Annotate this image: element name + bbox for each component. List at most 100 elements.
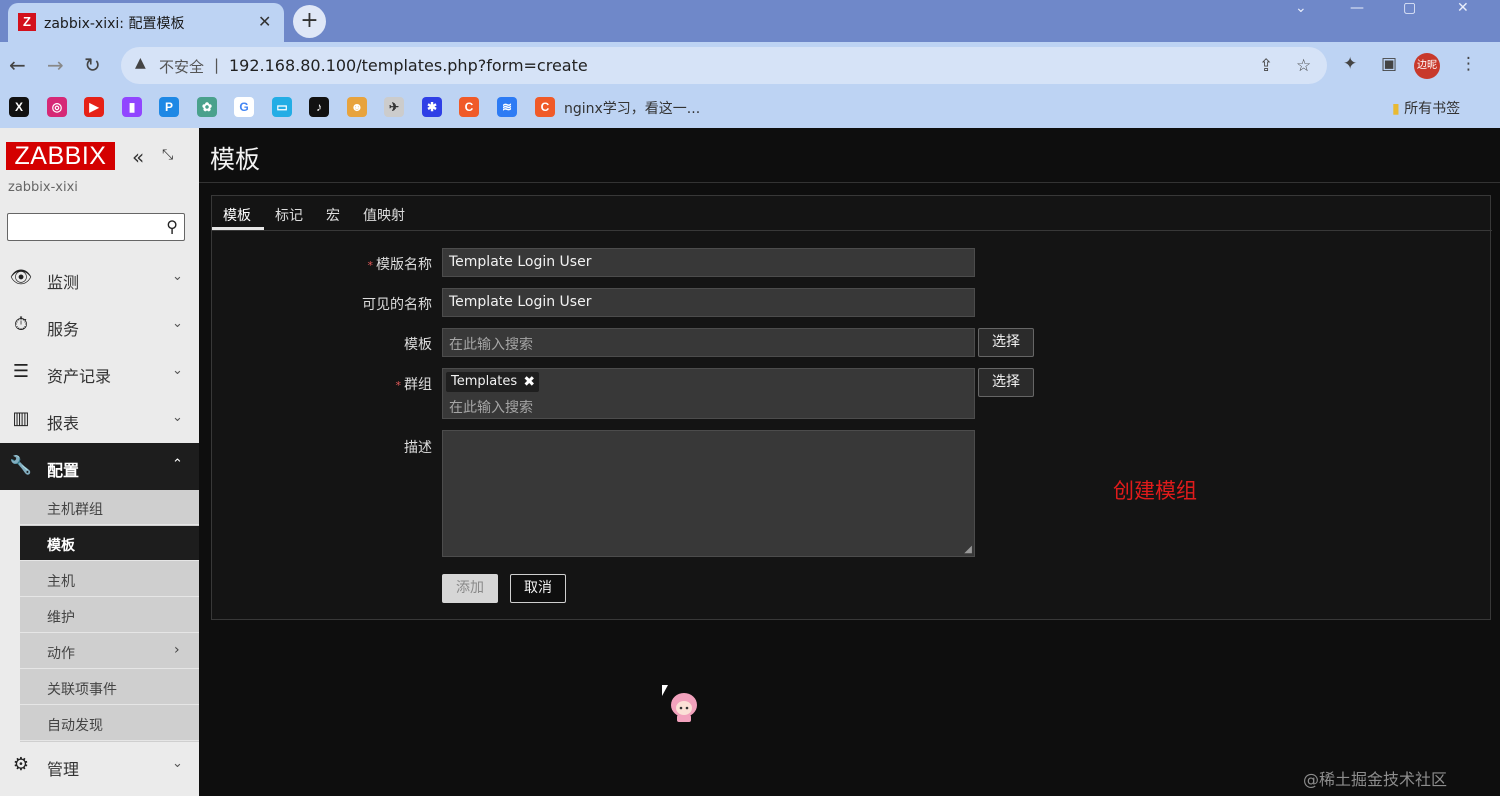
csdn-bookmark-icon[interactable]: C [459,97,479,117]
groups-search-placeholder[interactable]: 在此输入搜索 [449,397,533,417]
x-bookmark-icon[interactable]: X [9,97,29,117]
required-asterisk: * [395,379,402,392]
submenu-item-host-groups[interactable]: 主机群组 [20,490,199,525]
forward-icon[interactable]: → [47,53,64,77]
resize-handle-icon[interactable]: ◢ [964,544,972,555]
profile-avatar[interactable]: 边昵 [1414,53,1440,79]
gear-icon: ⚙ [12,754,30,775]
menu-item-configuration[interactable]: 🔧 配置 ⌃ [0,443,199,490]
avatar-bookmark-icon[interactable]: ☻ [347,97,367,117]
openai-bookmark-icon[interactable]: ✿ [197,97,217,117]
bilibili-bookmark-icon[interactable]: ▭ [272,97,292,117]
insecure-label[interactable]: 不安全 [159,56,204,77]
groups-select-button[interactable]: 选择 [978,368,1034,397]
visible-name-label: 可见的名称 [362,297,432,313]
bookmark-star-icon[interactable]: ☆ [1296,56,1311,76]
layers-bookmark-icon[interactable]: ≋ [497,97,517,117]
submenu-item-label: 动作 [47,646,75,662]
tab-tags[interactable]: 标记 [275,205,303,225]
active-tab-underline [212,227,264,230]
baidu-bookmark-icon[interactable]: ✱ [422,97,442,117]
tab-value-mapping[interactable]: 值映射 [363,205,405,225]
address-bar[interactable]: ▲ 不安全 | 192.168.80.100/templates.php?for… [121,47,1327,84]
menu-item-administration[interactable]: ⚙ 管理 ⌄ [0,742,199,789]
cancel-button[interactable]: 取消 [510,574,566,603]
submenu-item-label: 主机群组 [47,502,103,518]
twitch-bookmark-icon[interactable]: ▮ [122,97,142,117]
csdn-nginx-bookmark-icon[interactable]: C [535,97,555,117]
search-icon[interactable]: ⚲ [166,217,178,236]
menu-item-label: 报表 [47,414,80,433]
menu-kebab-icon[interactable]: ⋮ [1460,54,1477,74]
submenu-item-discovery[interactable]: 自动发现 [20,706,199,741]
menu-item-inventory[interactable]: ☰ 资产记录 ⌄ [0,349,199,396]
share-icon[interactable]: ⇪ [1259,56,1273,76]
maximize-icon[interactable]: ▢ [1403,0,1416,16]
side-panel-icon[interactable]: ▣ [1381,54,1397,74]
tab-template[interactable]: 模板 [223,205,251,225]
zabbix-favicon-icon: Z [18,13,36,31]
submenu-item-templates[interactable]: 模板 [20,526,199,561]
back-icon[interactable]: ← [9,53,26,77]
form-tabs: 模板 标记 宏 值映射 [212,196,1492,231]
browser-tab-bar: Z zabbix-xixi: 配置模板 ✕ + ⌄ — ▢ ✕ [0,0,1500,42]
menu-item-reports[interactable]: ▥ 报表 ⌄ [0,396,199,443]
main-content: 模板 模板 标记 宏 值映射 * 模版名称 Template Login User… [199,128,1500,796]
submenu-item-hosts[interactable]: 主机 [20,562,199,597]
browser-tab-active[interactable]: Z zabbix-xixi: 配置模板 ✕ [8,3,284,42]
templates-select-button[interactable]: 选择 [978,328,1034,357]
submenu-item-label: 维护 [47,610,75,626]
new-tab-button[interactable]: + [293,5,326,38]
watermark: @稀土掘金技术社区 [1303,770,1448,789]
chevron-down-icon: ⌄ [172,316,183,331]
submenu-item-maintenance[interactable]: 维护 [20,598,199,633]
url-text[interactable]: 192.168.80.100/templates.php?form=create [229,56,588,75]
template-name-input[interactable]: Template Login User [442,248,975,277]
submenu-item-actions[interactable]: 动作 › [20,634,199,669]
all-bookmarks-label: 所有书签 [1404,101,1461,117]
extensions-icon[interactable]: ✦ [1343,54,1357,74]
all-bookmarks-link[interactable]: ▮ 所有书签 [1392,98,1460,118]
tab-search-icon[interactable]: ⌄ [1295,0,1307,16]
chevron-down-icon: ⌄ [172,756,183,771]
collapse-sidebar-icon[interactable]: « [132,145,144,169]
groups-multiselect[interactable]: Templates ✖ 在此输入搜索 [442,368,975,419]
kiosk-mode-icon[interactable]: ⤡ [162,147,173,163]
omnibox-divider: | [214,56,220,74]
submenu-item-label: 自动发现 [47,718,103,734]
chevron-right-icon: › [174,642,180,658]
tab-macros[interactable]: 宏 [326,205,340,225]
minimize-icon[interactable]: — [1350,0,1364,16]
description-textarea[interactable]: ◢ [442,430,975,557]
sidebar: ZABBIX « ⤡ zabbix-xixi ⚲ 👁 监测 ⌄ ⏱ 服务 ⌄ ☰… [0,128,199,796]
instagram-bookmark-icon[interactable]: ◎ [47,97,67,117]
group-chip-label: Templates [451,374,518,389]
submenu-item-event-correlation[interactable]: 关联项事件 [20,670,199,705]
remove-chip-icon[interactable]: ✖ [523,372,535,392]
groups-label: * 群组 [232,374,433,394]
warning-icon[interactable]: ▲ [135,55,146,71]
add-button[interactable]: 添加 [442,574,498,603]
p-bookmark-icon[interactable]: P [159,97,179,117]
menu-item-monitoring[interactable]: 👁 监测 ⌄ [0,255,199,302]
youtube-bookmark-icon[interactable]: ▶ [84,97,104,117]
menu-item-label: 配置 [47,461,80,480]
sidebar-search-input[interactable]: ⚲ [7,213,185,241]
google-bookmark-icon[interactable]: G [234,97,254,117]
configuration-submenu: 主机群组 模板 主机 维护 动作 › 关联项事件 自动发现 [20,490,199,742]
tab-close-icon[interactable]: ✕ [258,12,271,31]
template-name-label: * 模版名称 [232,254,433,274]
tiktok-bookmark-icon[interactable]: ♪ [309,97,329,117]
bird-bookmark-icon[interactable]: ✈ [384,97,404,117]
visible-name-input[interactable]: Template Login User [442,288,975,317]
window-close-icon[interactable]: ✕ [1457,0,1469,16]
anime-sticker-icon [671,693,697,722]
reload-icon[interactable]: ↻ [84,53,101,77]
templates-search-input[interactable]: 在此输入搜索 [442,328,975,357]
chevron-down-icon: ⌄ [172,363,183,378]
zabbix-logo[interactable]: ZABBIX [6,142,115,170]
menu-item-services[interactable]: ⏱ 服务 ⌄ [0,302,199,349]
nginx-bookmark-link[interactable]: nginx学习，看这一... [564,98,700,118]
server-name: zabbix-xixi [8,180,78,195]
templates-label: 模板 [404,337,432,353]
